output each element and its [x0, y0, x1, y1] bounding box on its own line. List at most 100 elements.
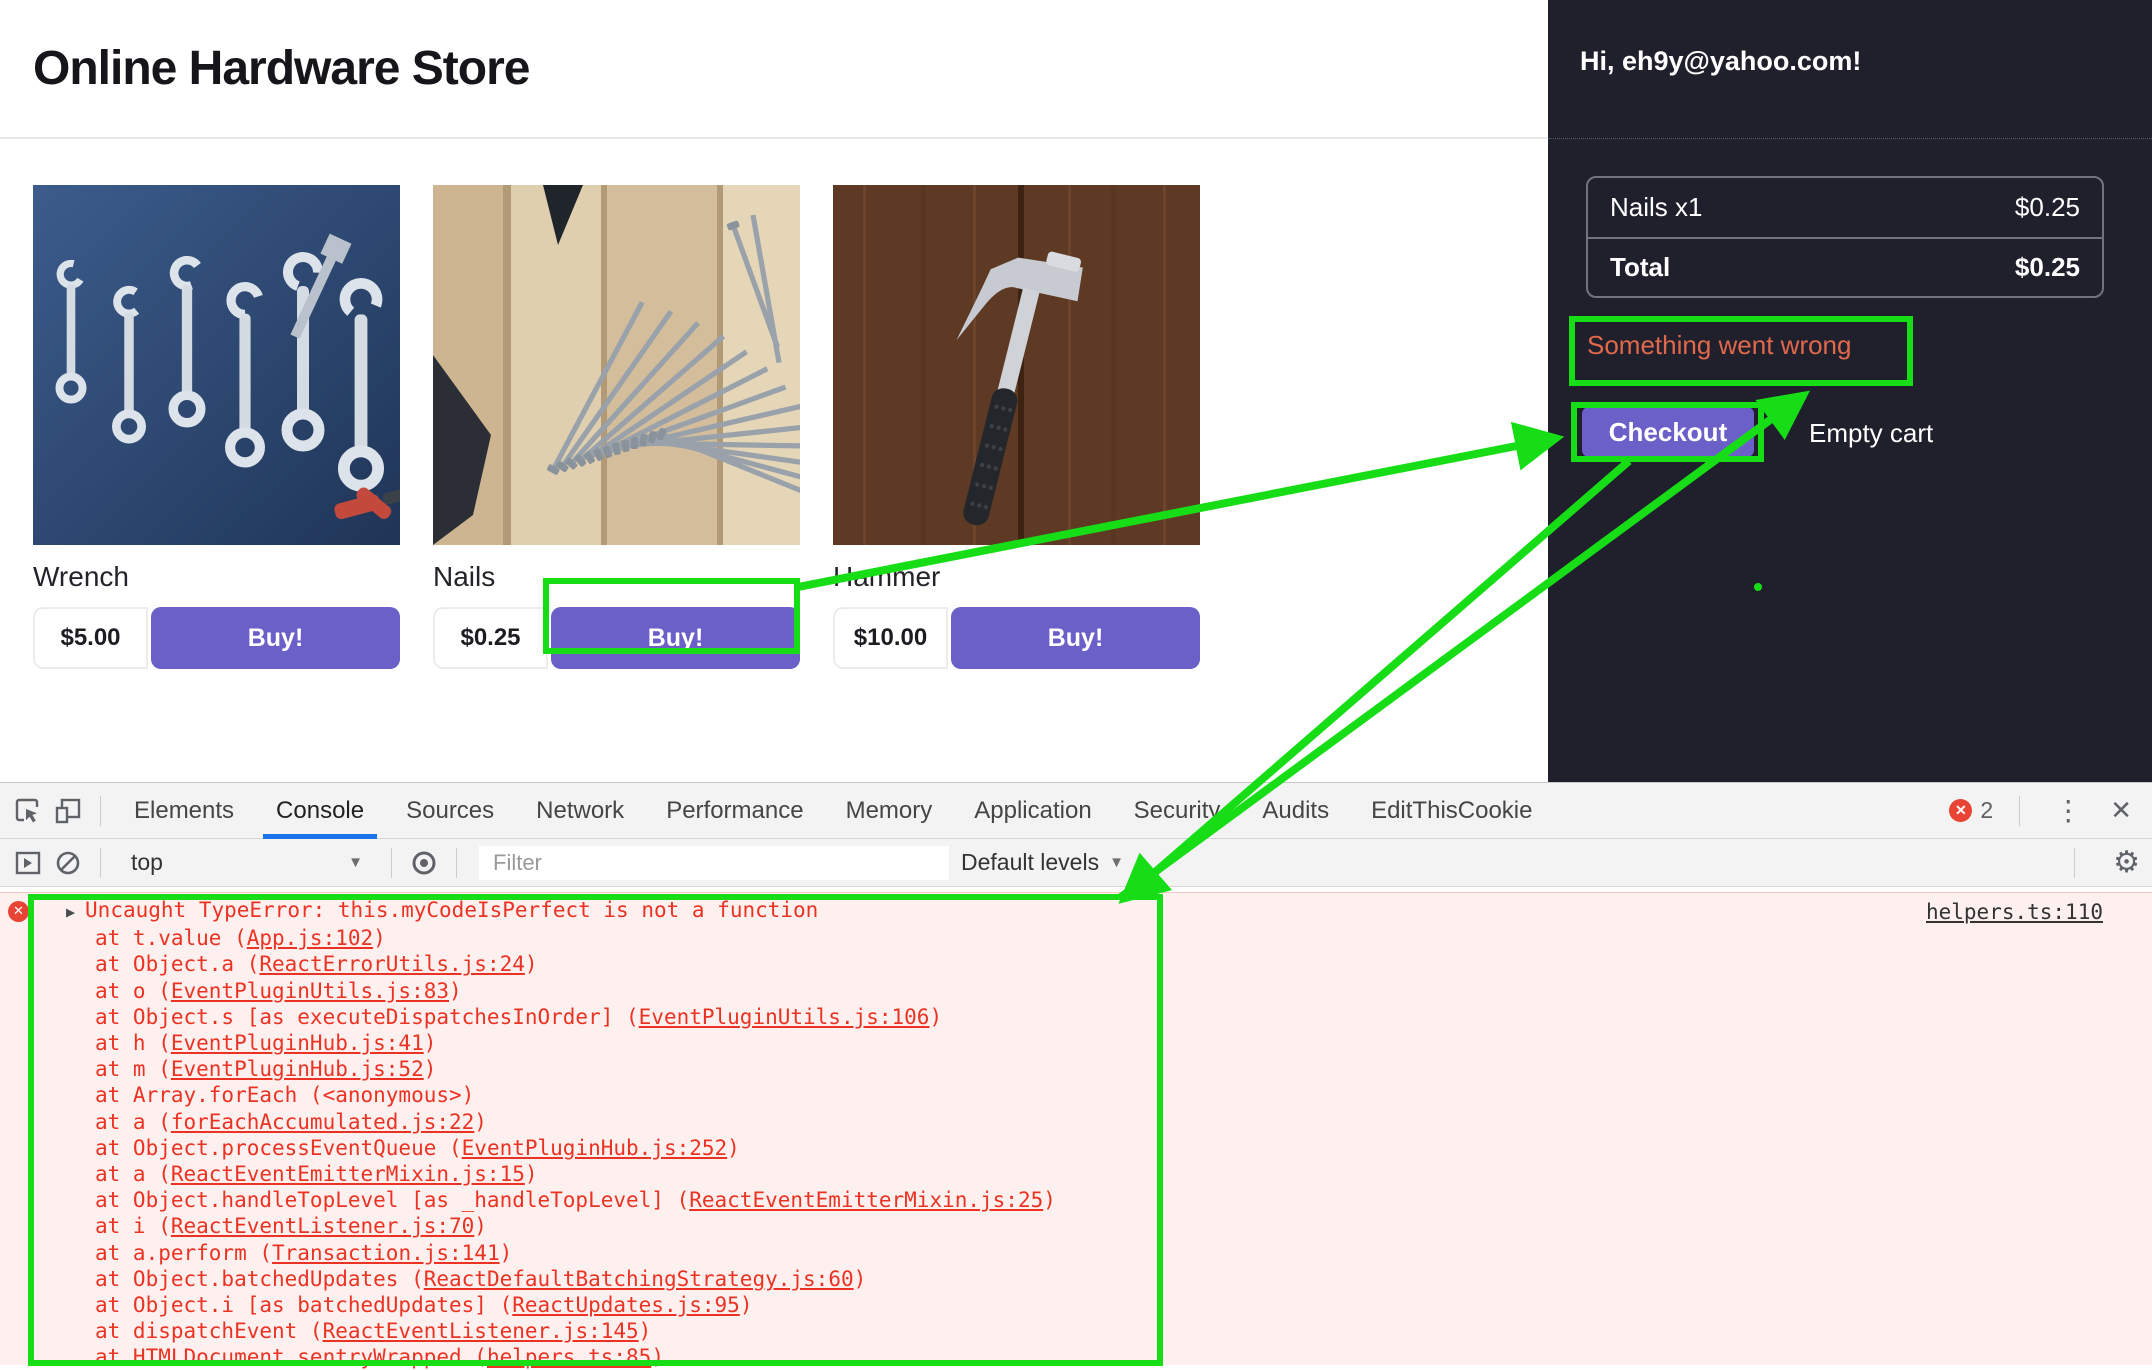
stack-file-link[interactable]: helpers.ts:85: [487, 1345, 651, 1369]
stack-frame: at Object.i [as batchedUpdates] (ReactUp…: [95, 1292, 2152, 1318]
close-devtools-icon[interactable]: ✕: [2104, 795, 2138, 826]
checkout-button[interactable]: Checkout: [1582, 407, 1754, 457]
stack-file-link[interactable]: forEachAccumulated.js:22: [171, 1110, 474, 1134]
tab-application[interactable]: Application: [953, 783, 1112, 839]
error-count-badge[interactable]: ✕ 2: [1949, 797, 1993, 824]
error-source-link[interactable]: helpers.ts:110: [1926, 899, 2103, 925]
devtools-right-controls: ✕ 2 ⋮ ✕: [1949, 794, 2138, 827]
execution-context-select[interactable]: top ▼: [113, 849, 379, 876]
stack-file-link[interactable]: EventPluginHub.js:41: [171, 1031, 424, 1055]
stack-file-link[interactable]: ReactEventListener.js:145: [323, 1319, 639, 1343]
product-price: $0.25: [433, 607, 548, 669]
stack-frame: at t.value (App.js:102): [95, 925, 2152, 951]
tab-elements[interactable]: Elements: [113, 783, 255, 839]
toolbar-divider: [391, 848, 392, 878]
stack-frame: at Object.a (ReactErrorUtils.js:24): [95, 951, 2152, 977]
stack-file-link[interactable]: ReactEventEmitterMixin.js:15: [171, 1162, 525, 1186]
console-filter-input[interactable]: [479, 846, 949, 880]
product-card: Nails$0.25Buy!: [433, 185, 800, 669]
stack-file-link[interactable]: ReactEventEmitterMixin.js:25: [689, 1188, 1043, 1212]
tab-security[interactable]: Security: [1113, 783, 1242, 839]
stack-frame: at o (EventPluginUtils.js:83): [95, 978, 2152, 1004]
product-card: Hammer $10.00Buy!: [833, 185, 1200, 669]
buy-button[interactable]: Buy!: [551, 607, 800, 669]
cart-total-label: Total: [1610, 252, 1670, 283]
console-error-entry: ✕ ▶Uncaught TypeError: this.myCodeIsPerf…: [0, 892, 2152, 1365]
console-toolbar: top ▼ Default levels ▼ ⚙: [0, 839, 2152, 887]
cart-item-price: $0.25: [2015, 192, 2080, 223]
store-header: Online Hardware Store: [0, 0, 1548, 139]
buy-button[interactable]: Buy!: [951, 607, 1200, 669]
devtools-tabs: ElementsConsoleSourcesNetworkPerformance…: [113, 783, 1553, 839]
tab-memory[interactable]: Memory: [825, 783, 954, 839]
device-toolbar-icon[interactable]: [48, 791, 88, 831]
product-grid: Wrench$5.00Buy!: [0, 139, 1548, 669]
kebab-menu-icon[interactable]: ⋮: [2046, 794, 2090, 827]
clear-console-icon[interactable]: [48, 843, 88, 883]
stack-frame: at HTMLDocument.sentryWrapped (helpers.t…: [95, 1344, 2152, 1370]
stack-file-link[interactable]: ReactEventListener.js:70: [171, 1214, 474, 1238]
tab-performance[interactable]: Performance: [645, 783, 824, 839]
tab-network[interactable]: Network: [515, 783, 645, 839]
stack-file-link[interactable]: EventPluginUtils.js:106: [639, 1005, 930, 1029]
stack-file-link[interactable]: ReactUpdates.js:95: [512, 1293, 740, 1317]
sidebar-divider: [1548, 138, 2152, 139]
cart-summary-table: Nails x1 $0.25 Total $0.25: [1586, 176, 2104, 298]
live-expression-eye-icon[interactable]: [404, 843, 444, 883]
context-label: top: [131, 849, 163, 876]
product-image-hammer: [833, 185, 1200, 545]
devtools-panel: ElementsConsoleSourcesNetworkPerformance…: [0, 782, 2152, 1370]
buy-row: $10.00Buy!: [833, 607, 1200, 669]
stack-file-link[interactable]: ReactErrorUtils.js:24: [259, 952, 525, 976]
error-count: 2: [1980, 797, 1993, 824]
levels-label: Default levels: [961, 849, 1099, 876]
tab-console[interactable]: Console: [255, 783, 385, 839]
console-messages-area: ✕ ▶Uncaught TypeError: this.myCodeIsPerf…: [0, 887, 2152, 1370]
stack-file-link[interactable]: Transaction.js:141: [272, 1241, 500, 1265]
stack-frame: at i (ReactEventListener.js:70): [95, 1213, 2152, 1239]
buy-row: $5.00Buy!: [33, 607, 400, 669]
stack-frame: at dispatchEvent (ReactEventListener.js:…: [95, 1318, 2152, 1344]
cart-item-label: Nails x1: [1610, 192, 1702, 223]
expand-caret-icon[interactable]: ▶: [66, 903, 75, 921]
error-circle-icon: ✕: [8, 901, 29, 922]
product-name: Hammer: [833, 561, 1200, 595]
stack-frame: at Object.batchedUpdates (ReactDefaultBa…: [95, 1266, 2152, 1292]
product-price: $5.00: [33, 607, 148, 669]
stack-file-link[interactable]: ReactDefaultBatchingStrategy.js:60: [424, 1267, 854, 1291]
product-image-wrench: [33, 185, 400, 545]
buy-button[interactable]: Buy!: [151, 607, 400, 669]
console-settings-gear-icon[interactable]: ⚙: [2113, 845, 2140, 880]
toolbar-divider: [100, 848, 101, 878]
inspect-element-icon[interactable]: [8, 791, 48, 831]
stack-file-link[interactable]: App.js:102: [247, 926, 373, 950]
console-sidebar-toggle-icon[interactable]: [8, 843, 48, 883]
stack-file-link[interactable]: EventPluginHub.js:252: [462, 1136, 728, 1160]
stack-frame: at a.perform (Transaction.js:141): [95, 1240, 2152, 1266]
stack-file-link[interactable]: EventPluginHub.js:52: [171, 1057, 424, 1081]
stack-frame: at h (EventPluginHub.js:41): [95, 1030, 2152, 1056]
toolbar-divider: [456, 848, 457, 878]
tab-sources[interactable]: Sources: [385, 783, 515, 839]
stack-frame: at a (ReactEventEmitterMixin.js:15): [95, 1161, 2152, 1187]
stack-frame: at Object.handleTopLevel [as _handleTopL…: [95, 1187, 2152, 1213]
stack-frame: at Object.s [as executeDispatchesInOrder…: [95, 1004, 2152, 1030]
tab-editthiscookie[interactable]: EditThisCookie: [1350, 783, 1553, 839]
stack-frame: at a (forEachAccumulated.js:22): [95, 1109, 2152, 1135]
product-name: Wrench: [33, 561, 400, 595]
error-badge-icon: ✕: [1949, 799, 1972, 822]
product-price: $10.00: [833, 607, 948, 669]
buy-row: $0.25Buy!: [433, 607, 800, 669]
empty-cart-link[interactable]: Empty cart: [1809, 418, 1933, 449]
log-levels-select[interactable]: Default levels ▼: [961, 849, 1124, 876]
page-title: Online Hardware Store: [33, 41, 529, 96]
product-card: Wrench $5.00Buy!: [33, 185, 400, 669]
cart-item-row: Nails x1 $0.25: [1588, 178, 2102, 237]
cart-sidebar: Hi, eh9y@yahoo.com! Nails x1 $0.25 Total…: [1548, 0, 2152, 782]
chevron-down-icon: ▼: [348, 854, 363, 871]
tab-audits[interactable]: Audits: [1241, 783, 1350, 839]
store-page: Online Hardware Store: [0, 0, 1548, 782]
stack-file-link[interactable]: EventPluginUtils.js:83: [171, 979, 449, 1003]
stack-frame: at Array.forEach (<anonymous>): [95, 1082, 2152, 1108]
toolbar-divider: [100, 796, 101, 826]
